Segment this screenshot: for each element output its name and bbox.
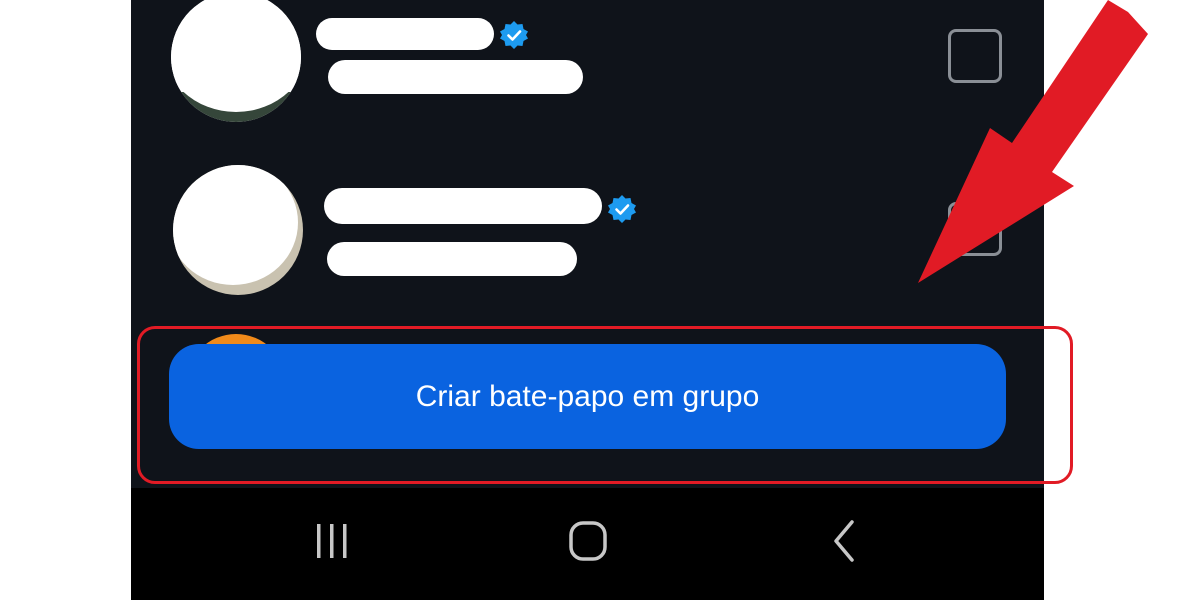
phone-screen: Criar bate-papo em grupo	[131, 0, 1044, 600]
contact-avatar	[171, 0, 301, 122]
back-icon[interactable]	[814, 518, 874, 568]
redacted-contact-username	[328, 60, 583, 94]
redacted-contact-name	[316, 18, 494, 50]
contact-row[interactable]	[131, 0, 1044, 150]
contact-row[interactable]	[131, 150, 1044, 300]
redaction-blot	[173, 165, 298, 285]
select-contact-checkbox[interactable]	[948, 29, 1002, 83]
select-contact-checkbox[interactable]	[948, 202, 1002, 256]
home-icon[interactable]	[558, 518, 618, 568]
system-navigation-bar	[131, 488, 1044, 600]
verified-badge-icon	[608, 195, 636, 223]
contact-avatar	[173, 165, 303, 295]
redacted-contact-username	[327, 242, 577, 276]
recents-icon[interactable]	[303, 518, 363, 568]
create-group-chat-button[interactable]: Criar bate-papo em grupo	[169, 344, 1006, 449]
redaction-blot	[171, 0, 301, 112]
redacted-contact-name	[324, 188, 602, 224]
verified-badge-icon	[500, 21, 528, 49]
